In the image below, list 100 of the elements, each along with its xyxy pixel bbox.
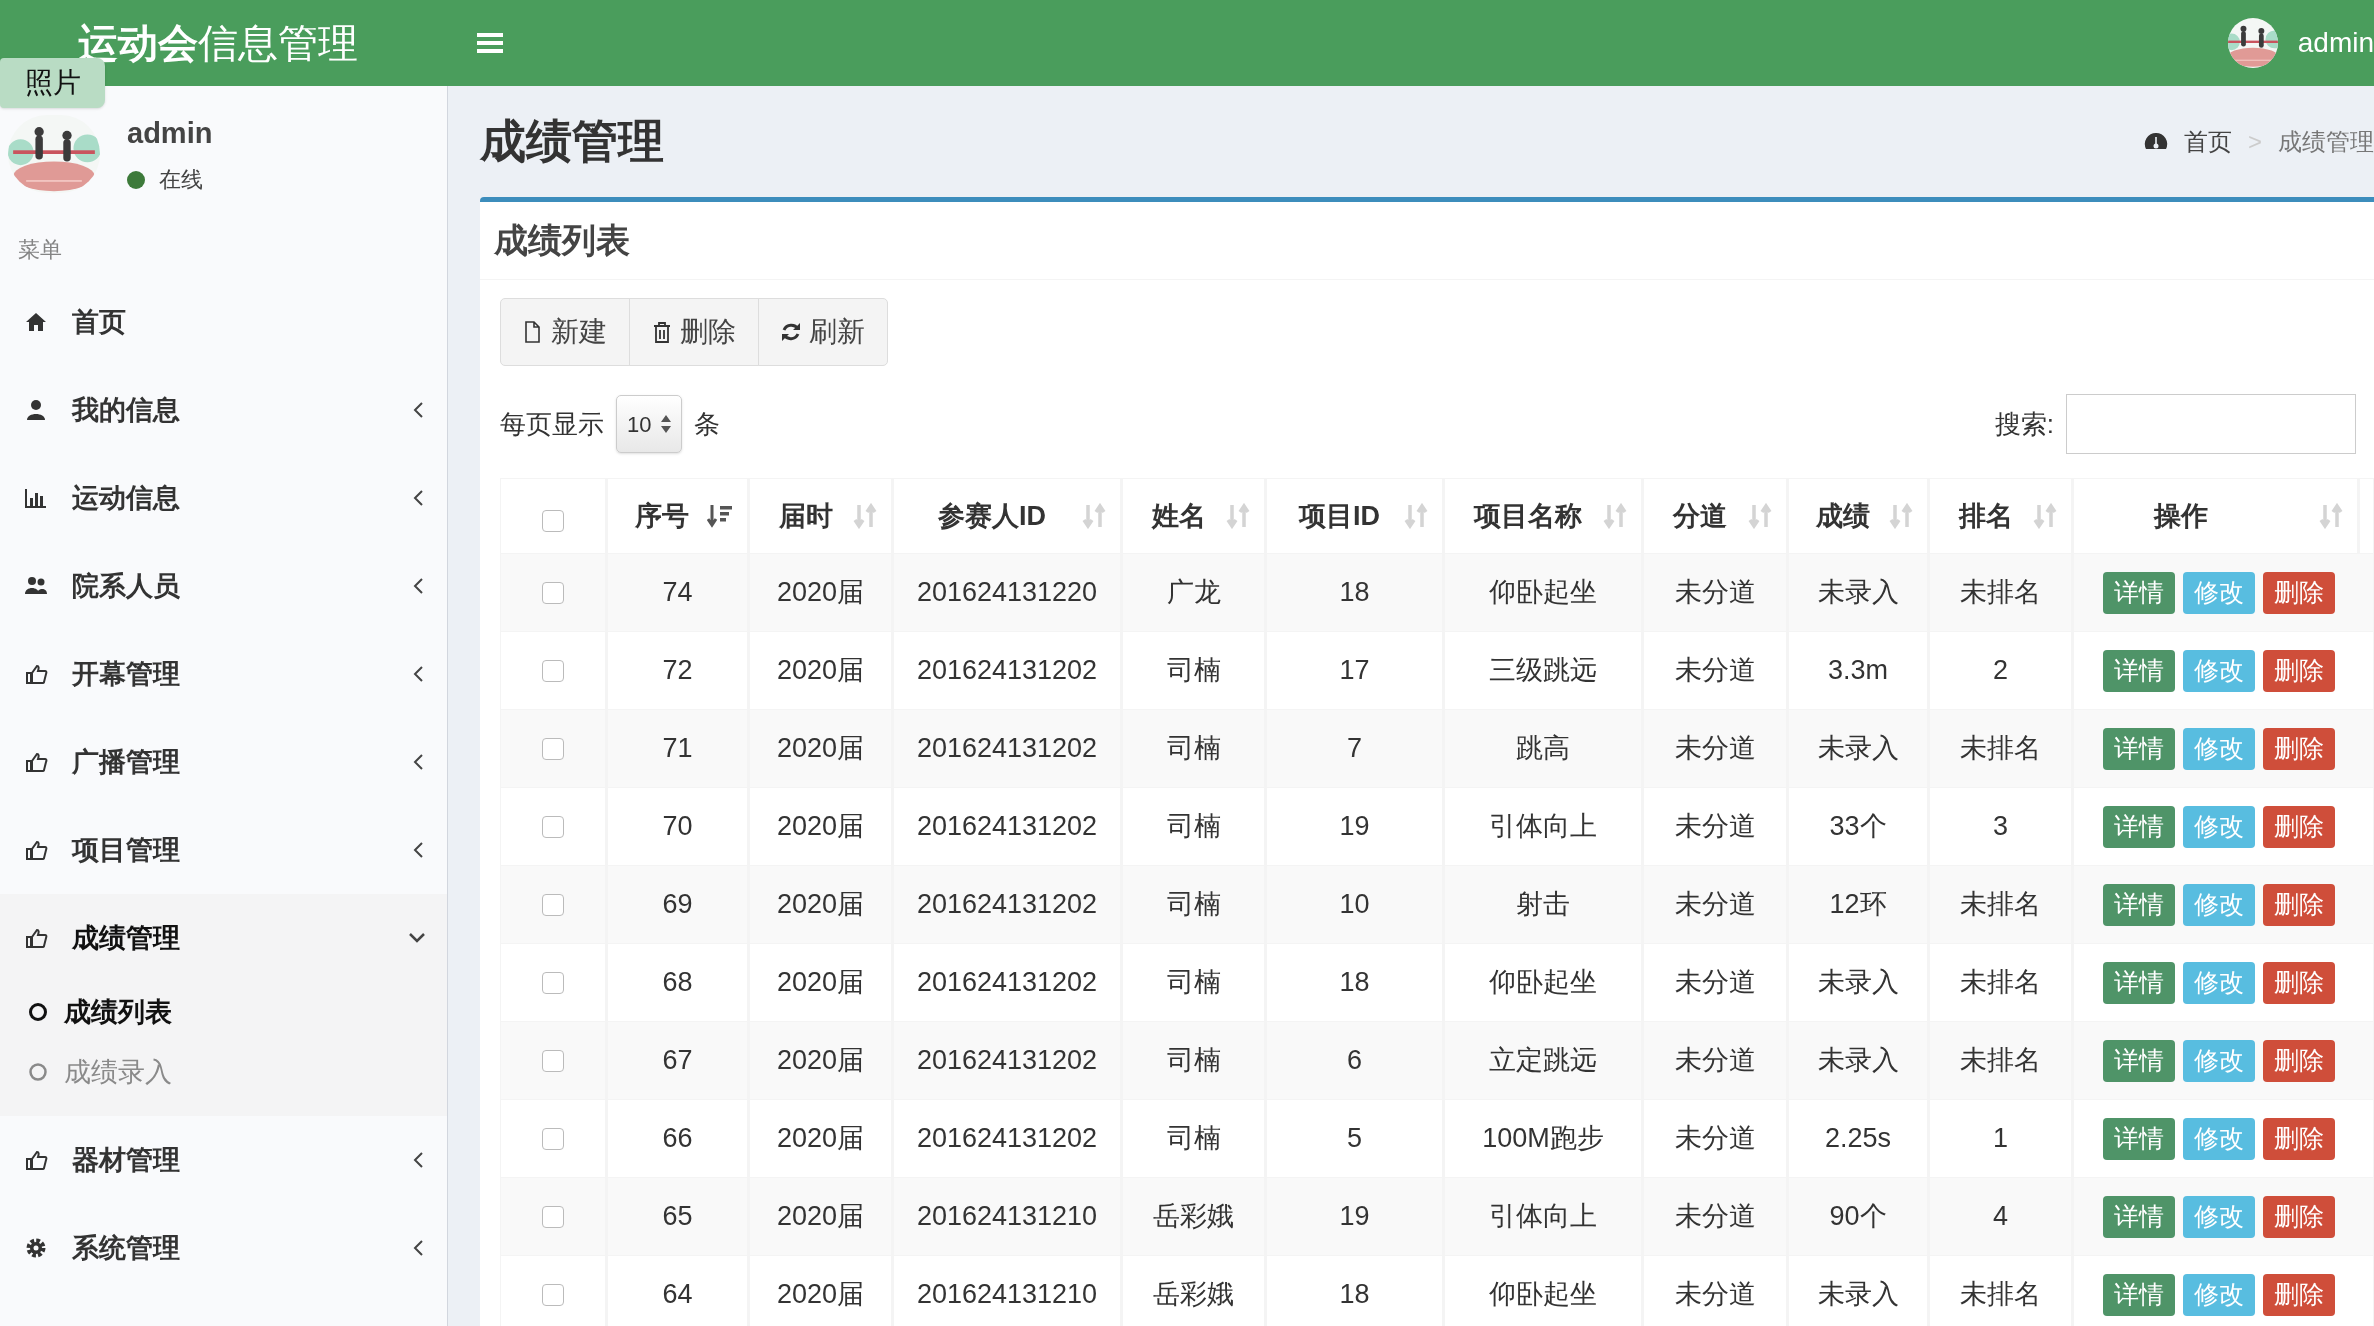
action-button[interactable]: 详情: [2103, 961, 2175, 1004]
action-button[interactable]: 详情: [2103, 883, 2175, 926]
checkbox[interactable]: [542, 737, 564, 760]
action-button[interactable]: 删除: [2263, 727, 2335, 770]
table-cell-text: 201624131210: [916, 1200, 1098, 1234]
menu-item[interactable]: 我的信息: [0, 366, 447, 454]
action-button[interactable]: 详情: [2103, 571, 2175, 614]
table-cell-text: 5: [1347, 1122, 1362, 1156]
table-cell-text: 66: [662, 1122, 693, 1156]
table-cell-text: 跳高: [1516, 732, 1570, 766]
sort-icon[interactable]: [1748, 503, 1772, 529]
submenu-item[interactable]: 成绩列表: [0, 982, 447, 1042]
table-cell-text: 201624131202: [916, 654, 1098, 688]
checkbox[interactable]: [542, 893, 564, 916]
action-button[interactable]: 详情: [2103, 1117, 2175, 1160]
checkbox[interactable]: [542, 971, 564, 994]
table-cell-text: 67: [662, 1044, 693, 1078]
sort-icon[interactable]: [1404, 503, 1428, 529]
menu-item[interactable]: 项目管理: [0, 806, 447, 894]
checkbox[interactable]: [542, 1205, 564, 1228]
table-cell-text: 201624131202: [916, 888, 1098, 922]
menu-item[interactable]: 院系人员: [0, 542, 447, 630]
column-header[interactable]: 姓名: [1151, 495, 1206, 537]
column-header[interactable]: 届时: [778, 495, 833, 537]
column-header[interactable]: 序号: [634, 495, 689, 537]
toolbar-button[interactable]: 删除: [629, 298, 759, 366]
box-title: 成绩列表: [494, 220, 630, 261]
menu-item[interactable]: 器材管理: [0, 1116, 447, 1204]
sort-icon[interactable]: [1226, 503, 1250, 529]
action-button[interactable]: 详情: [2103, 649, 2175, 692]
checkbox[interactable]: [542, 581, 564, 604]
search-field[interactable]: [2066, 394, 2356, 454]
action-button[interactable]: 详情: [2103, 805, 2175, 848]
table-cell-text: 未分道: [1674, 576, 1756, 610]
checkbox[interactable]: [542, 1283, 564, 1306]
toolbar-button[interactable]: 刷新: [758, 298, 888, 366]
action-button[interactable]: 删除: [2263, 571, 2335, 614]
action-button[interactable]: 详情: [2103, 1195, 2175, 1238]
table-cell-text: 岳彩娥: [1153, 1278, 1234, 1312]
table-cell-text: 未分道: [1674, 888, 1756, 922]
hand-icon: [24, 750, 48, 774]
action-button[interactable]: 删除: [2263, 649, 2335, 692]
action-button[interactable]: 删除: [2263, 1273, 2335, 1316]
page-size-select[interactable]: 10: [616, 395, 682, 453]
action-button[interactable]: 详情: [2103, 1039, 2175, 1082]
menu-item[interactable]: 首页: [0, 278, 447, 366]
action-button[interactable]: 详情: [2103, 727, 2175, 770]
table-cell-text: 2.25s: [1824, 1122, 1892, 1156]
menu-item[interactable]: 系统管理: [0, 1204, 447, 1292]
action-button[interactable]: 删除: [2263, 1195, 2335, 1238]
column-header[interactable]: 项目名称: [1474, 495, 1582, 537]
table-cell-text: 司楠: [1166, 1044, 1221, 1078]
table-cell-text: 201624131202: [916, 966, 1098, 1000]
table-cell-text: 4: [1993, 1200, 2008, 1234]
column-header[interactable]: 操作: [2154, 495, 2208, 537]
file-icon: [523, 321, 543, 343]
menu-item[interactable]: 开幕管理: [0, 630, 447, 718]
table-cell-text: 未录入: [1817, 1278, 1899, 1312]
sort-icon[interactable]: [1889, 503, 1913, 529]
checkbox[interactable]: [542, 659, 564, 682]
checkbox[interactable]: [542, 1127, 564, 1150]
column-header[interactable]: 成绩: [1816, 495, 1870, 537]
table-cell-text: 90个: [1829, 1200, 1887, 1234]
column-header[interactable]: 分道: [1673, 495, 1727, 537]
checkbox[interactable]: [542, 815, 564, 838]
action-button[interactable]: 删除: [2263, 961, 2335, 1004]
table-cell-text: 未分道: [1674, 732, 1756, 766]
table-cell-text: 2020届: [776, 576, 865, 610]
table-cell-text: 未分道: [1674, 1278, 1756, 1312]
table-cell-text: 2020届: [776, 966, 865, 1000]
column-header[interactable]: 参赛人ID: [938, 495, 1046, 537]
sort-icon[interactable]: [2319, 503, 2343, 529]
sort-icon[interactable]: [1603, 503, 1627, 529]
menu-item[interactable]: 运动信息: [0, 454, 447, 542]
column-header[interactable]: 项目ID: [1299, 495, 1380, 537]
table-cell-text: 18: [1339, 966, 1370, 1000]
submenu-item[interactable]: 成绩录入: [0, 1042, 447, 1102]
action-button[interactable]: 删除: [2263, 805, 2335, 848]
table-cell-text: 司楠: [1166, 810, 1221, 844]
user-name[interactable]: admin: [2297, 22, 2374, 64]
checkbox[interactable]: [542, 1049, 564, 1072]
action-button[interactable]: 删除: [2263, 1039, 2335, 1082]
table-cell-text: 未分道: [1674, 810, 1756, 844]
sort-icon[interactable]: [853, 503, 877, 529]
table-cell-text: 72: [662, 654, 693, 688]
sort-descending-icon[interactable]: [707, 503, 733, 529]
checkbox[interactable]: [542, 510, 564, 532]
table-cell-text: 2020届: [776, 1044, 865, 1078]
breadcrumb-link[interactable]: 首页: [2184, 123, 2232, 160]
action-button[interactable]: 删除: [2263, 883, 2335, 926]
table-cell-text: 18: [1339, 1278, 1370, 1312]
toolbar-button[interactable]: 新建: [500, 298, 630, 366]
action-button[interactable]: 删除: [2263, 1117, 2335, 1160]
sort-icon[interactable]: [2033, 503, 2057, 529]
column-header[interactable]: 排名: [1958, 495, 2013, 537]
table-cell-text: 仰卧起坐: [1489, 966, 1597, 1000]
hand-icon: [24, 1148, 48, 1172]
sort-icon[interactable]: [1082, 503, 1106, 529]
action-button[interactable]: 详情: [2103, 1273, 2175, 1316]
menu-item[interactable]: 广播管理: [0, 718, 447, 806]
